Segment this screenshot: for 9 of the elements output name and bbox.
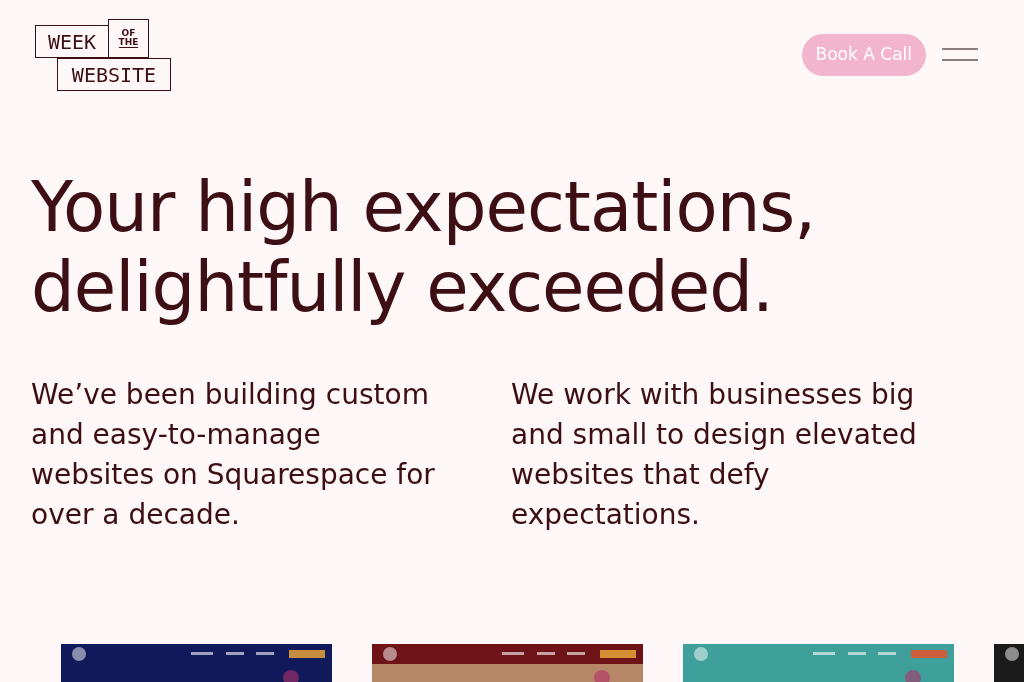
menu-icon[interactable] xyxy=(942,48,978,62)
logo-word: THE xyxy=(118,38,139,48)
headline: Your high expectations, delightfully exceeded. xyxy=(31,167,817,327)
intro-paragraph: We’ve been building custom and easy-to-manage websites on Squarespace for over a decade. xyxy=(31,377,436,533)
logo-word: OF xyxy=(121,29,136,38)
logo-word: WEEK xyxy=(47,31,97,52)
book-call-button[interactable]: Book A Call xyxy=(801,34,926,76)
intro-paragraph: We work with businesses big and small to design elevated websites that defy expectations. xyxy=(511,377,918,533)
logo-word: WEBSITE xyxy=(71,64,157,85)
